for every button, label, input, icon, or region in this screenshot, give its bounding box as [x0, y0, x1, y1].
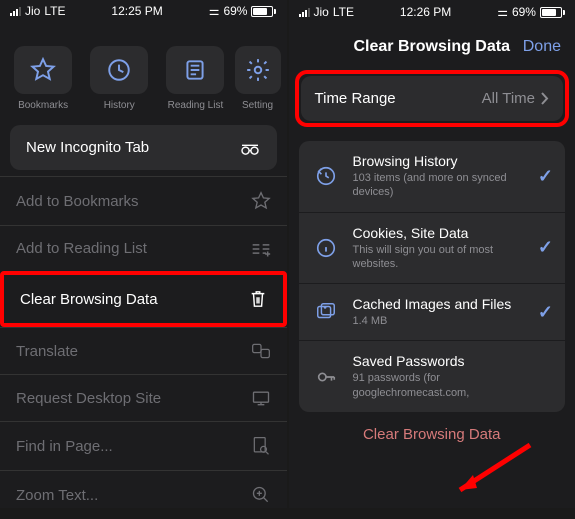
carrier-label: Jio: [314, 5, 329, 19]
clear-browsing-data[interactable]: Clear Browsing Data: [0, 271, 287, 327]
key-icon: [311, 366, 341, 388]
data-types-list: Browsing History 103 items (and more on …: [299, 141, 566, 412]
history-icon: [311, 165, 341, 187]
info-icon: [311, 237, 341, 259]
clock: 12:26 PM: [400, 5, 451, 19]
page-title: Clear Browsing Data: [354, 38, 510, 56]
menu-list: New Incognito Tab Add to Bookmarks Add t…: [0, 119, 287, 519]
trash-icon: [249, 289, 267, 309]
item-title: Browsing History: [353, 153, 526, 169]
star-icon: [30, 57, 56, 83]
check-icon: ✓: [538, 166, 553, 187]
check-icon: ✓: [538, 302, 553, 323]
quick-label: History: [104, 100, 135, 111]
right-screen: Jio LTE 12:26 PM ⚌ 69% Clear Browsing Da…: [289, 0, 575, 508]
star-icon: [251, 191, 271, 211]
chevron-right-icon: [541, 92, 549, 105]
left-screen: Jio LTE 12:25 PM ⚌ 69% Bookmarks History…: [0, 0, 287, 508]
item-title: Cookies, Site Data: [353, 225, 526, 241]
find-in-page[interactable]: Find in Page...: [0, 421, 287, 470]
translate[interactable]: Translate: [0, 327, 287, 374]
zoom-text[interactable]: Zoom Text...: [0, 470, 287, 519]
battery-pct: 69%: [512, 5, 536, 19]
network-label: LTE: [44, 4, 65, 18]
item-title: Cached Images and Files: [353, 296, 526, 312]
menu-label: Add to Bookmarks: [16, 193, 139, 210]
browsing-history-item[interactable]: Browsing History 103 items (and more on …: [299, 141, 566, 213]
images-icon: [311, 301, 341, 323]
done-button[interactable]: Done: [523, 38, 561, 56]
menu-label: Request Desktop Site: [16, 390, 161, 407]
quick-actions: Bookmarks History Reading List Setting: [0, 38, 287, 119]
menu-label: New Incognito Tab: [26, 139, 149, 156]
menu-label: Zoom Text...: [16, 487, 98, 504]
car-icon: ⚌: [209, 4, 220, 18]
item-sub: 1.4 MB: [353, 314, 526, 328]
clear-browsing-data-button[interactable]: Clear Browsing Data: [289, 412, 575, 457]
menu-label: Add to Reading List: [16, 240, 147, 257]
quick-settings[interactable]: Setting: [235, 46, 281, 111]
quick-bookmarks[interactable]: Bookmarks: [6, 46, 80, 111]
menu-label: Clear Browsing Data: [20, 291, 158, 308]
cached-images-item[interactable]: Cached Images and Files 1.4 MB ✓: [299, 284, 566, 341]
status-bar: Jio LTE 12:25 PM ⚌ 69%: [0, 0, 287, 22]
history-icon: [106, 57, 132, 83]
incognito-icon: [239, 140, 261, 156]
quick-reading-list[interactable]: Reading List: [158, 46, 232, 111]
battery-pct: 69%: [223, 4, 247, 18]
item-sub: 91 passwords (for googlechromecast.com,: [353, 371, 554, 400]
menu-label: Find in Page...: [16, 438, 113, 455]
car-icon: ⚌: [497, 5, 508, 19]
clock: 12:25 PM: [111, 4, 162, 18]
quick-label: Reading List: [168, 100, 224, 111]
quick-label: Bookmarks: [18, 100, 68, 111]
signal-icon: [299, 8, 310, 17]
setting-label: Time Range: [315, 90, 396, 107]
search-page-icon: [251, 436, 271, 456]
time-range-row[interactable]: Time Range All Time: [301, 76, 564, 121]
add-to-reading-list[interactable]: Add to Reading List: [0, 225, 287, 271]
saved-passwords-item[interactable]: Saved Passwords 91 passwords (for google…: [299, 341, 566, 412]
network-label: LTE: [333, 5, 354, 19]
signal-icon: [10, 7, 21, 16]
reading-list-icon: [251, 241, 271, 257]
menu-label: Translate: [16, 343, 78, 360]
battery-icon: [251, 6, 276, 17]
setting-value: All Time: [482, 90, 535, 107]
request-desktop-site[interactable]: Request Desktop Site: [0, 374, 287, 421]
item-sub: This will sign you out of most websites.: [353, 243, 526, 272]
zoom-icon: [251, 485, 271, 505]
new-incognito-tab[interactable]: New Incognito Tab: [10, 125, 277, 170]
battery-icon: [540, 7, 565, 18]
check-icon: ✓: [538, 237, 553, 258]
desktop-icon: [251, 389, 271, 407]
item-title: Saved Passwords: [353, 353, 554, 369]
cookies-item[interactable]: Cookies, Site Data This will sign you ou…: [299, 213, 566, 285]
item-sub: 103 items (and more on synced devices): [353, 171, 526, 200]
carrier-label: Jio: [25, 4, 40, 18]
list-icon: [182, 57, 208, 83]
gear-icon: [245, 57, 271, 83]
translate-icon: [251, 342, 271, 360]
add-to-bookmarks[interactable]: Add to Bookmarks: [0, 176, 287, 225]
quick-history[interactable]: History: [82, 46, 156, 111]
quick-label: Setting: [242, 100, 273, 111]
header: Clear Browsing Data Done: [289, 24, 575, 70]
status-bar: Jio LTE 12:26 PM ⚌ 69%: [289, 0, 575, 24]
